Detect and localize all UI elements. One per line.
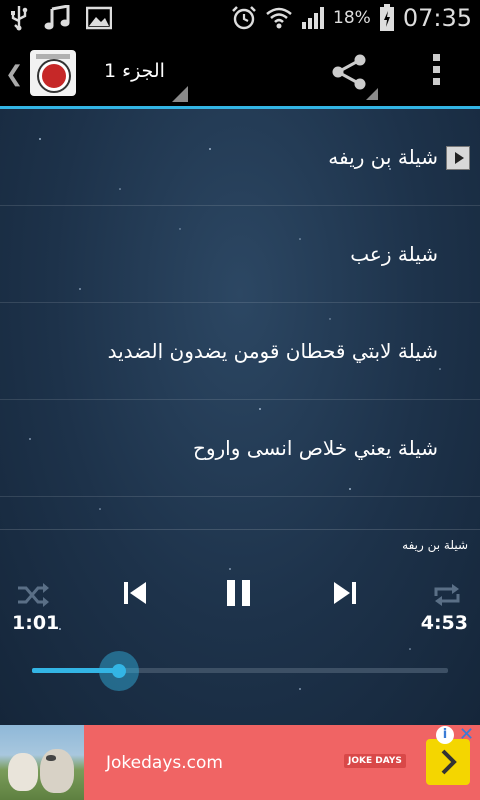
track-title: شيلة زعب — [350, 242, 438, 266]
action-bar: ❮ الجزء 1 — [0, 38, 480, 109]
track-title: شيلة بن ريفه — [328, 145, 438, 169]
list-item[interactable]: شيلة يعني خلاص انسى واروح — [0, 400, 480, 497]
track-title: شيلة يعني خلاص انسى واروح — [192, 436, 438, 460]
next-icon[interactable] — [332, 580, 358, 606]
usb-icon — [11, 6, 28, 31]
app-icon-bar — [36, 54, 70, 59]
part-spinner[interactable]: الجزء 1 — [104, 60, 165, 82]
share-icon[interactable] — [330, 52, 370, 92]
list-item[interactable]: شيلة زعب — [0, 206, 480, 303]
list-item[interactable]: شيلة بن ريفه — [0, 109, 480, 206]
overflow-menu-icon[interactable] — [424, 54, 448, 90]
list-item[interactable]: شيلة لابتي قحطان قومن يضدون الضديد — [0, 303, 480, 400]
ad-info-icon[interactable]: i — [436, 726, 454, 744]
share-dropdown-indicator — [366, 88, 378, 100]
previous-icon[interactable] — [122, 580, 148, 606]
ad-text[interactable]: Jokedays.com — [106, 753, 223, 773]
signal-icon — [302, 7, 325, 29]
status-time: 07:35 — [402, 4, 472, 32]
battery-percent: 18% — [333, 8, 371, 28]
shuffle-icon[interactable] — [16, 582, 50, 608]
alarm-icon — [232, 6, 256, 30]
ad-open-button[interactable] — [426, 739, 470, 785]
ad-close-icon[interactable]: ✕ — [459, 726, 474, 744]
app-icon-disc — [39, 61, 69, 91]
track-list: شيلة بن ريفه شيلة زعب شيلة لابتي قحطان ق… — [0, 109, 480, 497]
now-playing-title: شيلة بن ريفه — [402, 538, 468, 552]
battery-icon — [379, 4, 394, 31]
pause-icon[interactable] — [225, 579, 253, 607]
ad-image — [0, 725, 84, 800]
status-bar: 18% 07:35 — [0, 0, 480, 38]
ad-banner[interactable]: Jokedays.com JOKE DAYS i ✕ — [0, 725, 480, 800]
player-controls: شيلة بن ريفه 1:01 4:53 — [0, 529, 480, 726]
chevron-right-icon — [441, 749, 457, 775]
repeat-icon[interactable] — [432, 582, 462, 608]
elapsed-time: 1:01 — [12, 612, 60, 634]
music-note-icon — [44, 5, 70, 30]
ad-logo: JOKE DAYS — [344, 754, 406, 768]
back-caret-icon[interactable]: ❮ — [5, 62, 23, 87]
seek-bar[interactable] — [32, 668, 448, 673]
total-duration: 4:53 — [420, 612, 468, 634]
app-icon[interactable] — [30, 50, 76, 96]
now-playing-icon — [446, 146, 470, 170]
main-content: شيلة بن ريفه شيلة زعب شيلة لابتي قحطان ق… — [0, 109, 480, 725]
image-icon — [86, 6, 112, 30]
seek-bar-thumb[interactable] — [99, 651, 140, 691]
wifi-icon — [266, 7, 292, 29]
spinner-dropdown-indicator — [172, 86, 188, 102]
track-title: شيلة لابتي قحطان قومن يضدون الضديد — [107, 339, 438, 363]
